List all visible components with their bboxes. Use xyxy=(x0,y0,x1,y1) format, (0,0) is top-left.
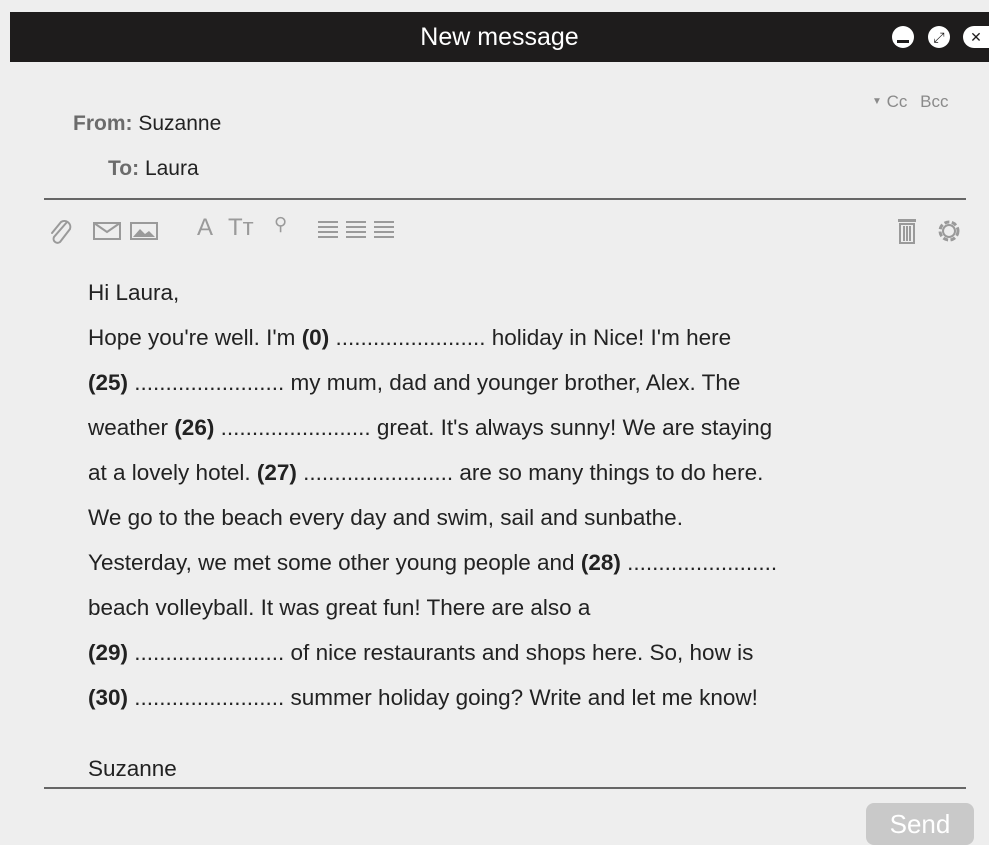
to-label: To: xyxy=(108,157,140,180)
font-size-icon[interactable]: A xyxy=(197,214,213,242)
paperclip-icon[interactable] xyxy=(48,218,74,251)
gap-number: (27) xyxy=(256,460,297,485)
expand-icon[interactable]: ⤢ xyxy=(928,26,950,48)
from-label: From: xyxy=(73,112,133,135)
message-line: (25) ........................ my mum, da… xyxy=(88,370,741,395)
message-line: beach volleyball. It was great fun! Ther… xyxy=(88,595,591,620)
text-size-icon[interactable]: Tт xyxy=(228,214,254,242)
message-line: (29) ........................ of nice re… xyxy=(88,640,754,665)
to-value[interactable]: Laura xyxy=(145,157,199,180)
signature: Suzanne xyxy=(88,756,177,781)
gap-number: (30) xyxy=(88,685,129,710)
gap-number: (28) xyxy=(580,550,621,575)
format-toolbar: A Tт ⚲ xyxy=(0,212,989,252)
align-icon[interactable] xyxy=(318,220,396,245)
header-divider xyxy=(44,198,966,200)
message-line: We go to the beach every day and swim, s… xyxy=(88,505,683,530)
trash-icon[interactable] xyxy=(897,218,917,249)
gap-number: (26) xyxy=(174,415,215,440)
message-body[interactable]: Hi Laura, Hope you're well. I'm (0) ....… xyxy=(88,270,968,720)
window-titlebar: New message ⤢ ✕ xyxy=(10,12,989,62)
link-icon[interactable]: ⚲ xyxy=(274,214,287,235)
footer-divider xyxy=(44,787,966,789)
from-field: From: Suzanne xyxy=(73,112,221,136)
message-line: (30) ........................ summer hol… xyxy=(88,685,758,710)
cc-bcc-toggle: ▼ Cc Bcc xyxy=(872,92,949,112)
message-line: Hope you're well. I'm (0) ..............… xyxy=(88,325,732,350)
minimize-icon[interactable] xyxy=(892,26,914,48)
send-button[interactable]: Send xyxy=(866,803,974,845)
bcc-link[interactable]: Bcc xyxy=(920,92,948,111)
gap-number: (25) xyxy=(88,370,129,395)
from-value: Suzanne xyxy=(138,112,222,135)
gear-icon[interactable] xyxy=(934,216,964,251)
to-field[interactable]: To: Laura xyxy=(108,157,199,181)
close-icon[interactable]: ✕ xyxy=(963,26,989,48)
message-line: weather (26) ........................ gr… xyxy=(88,415,773,440)
gap-number: (0) xyxy=(301,325,330,350)
message-line: at a lovely hotel. (27) ................… xyxy=(88,460,764,485)
window-title: New message xyxy=(420,23,579,51)
cc-link[interactable]: Cc xyxy=(887,92,908,111)
envelope-icon[interactable] xyxy=(93,222,121,245)
message-line: Yesterday, we met some other young peopl… xyxy=(88,550,778,575)
caret-down-icon: ▼ xyxy=(872,96,882,107)
gap-number: (29) xyxy=(88,640,129,665)
greeting: Hi Laura, xyxy=(88,280,180,305)
image-icon[interactable] xyxy=(130,222,158,245)
